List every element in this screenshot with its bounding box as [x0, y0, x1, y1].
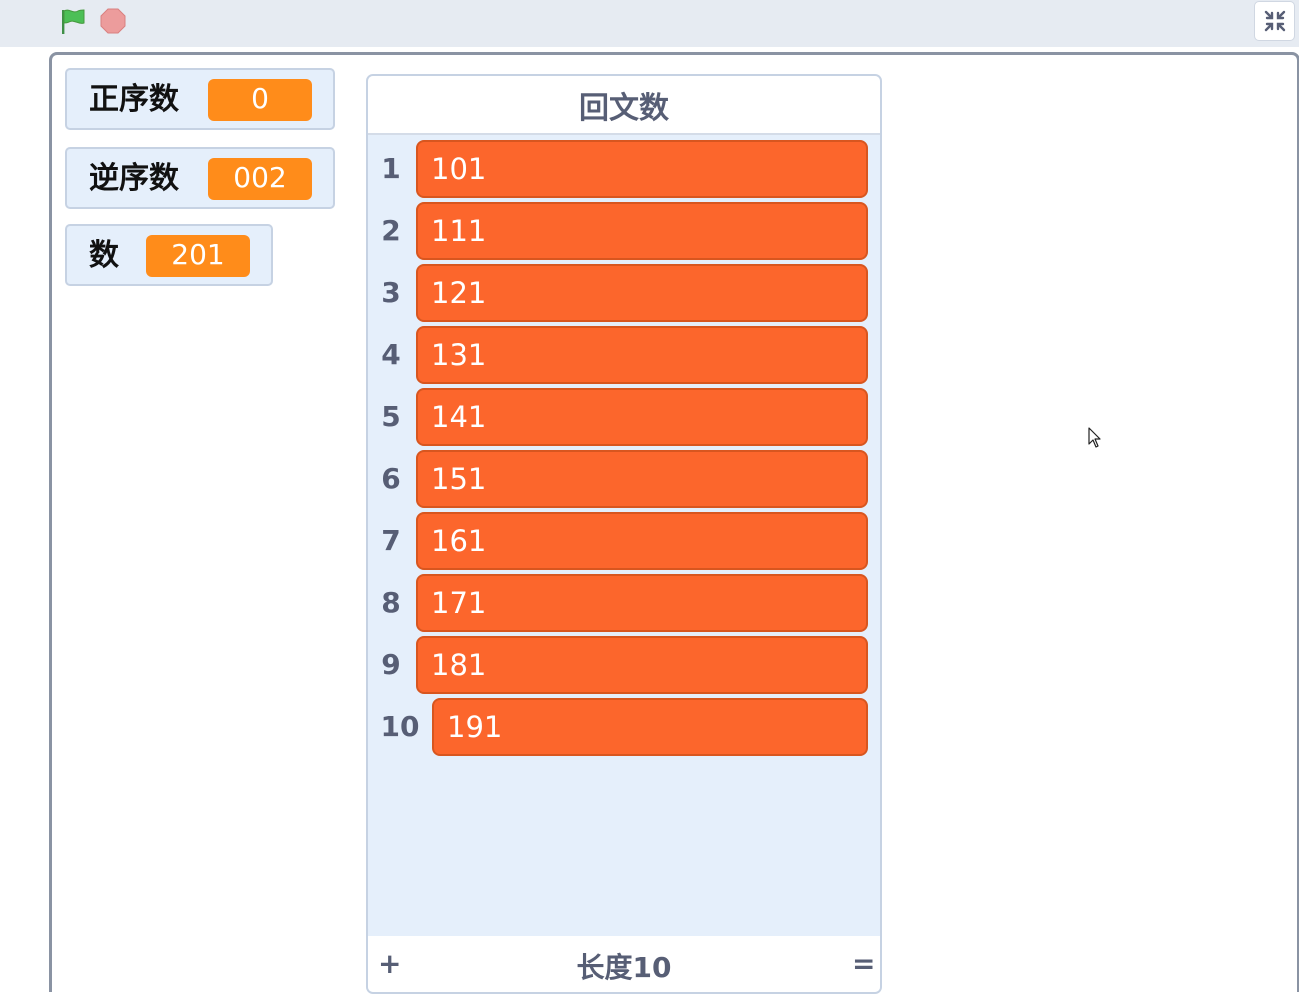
list-item-value[interactable]: 161: [416, 512, 868, 570]
list-item[interactable]: 5 141: [368, 388, 880, 446]
list-item[interactable]: 7 161: [368, 512, 880, 570]
list-item-index: 3: [381, 276, 401, 309]
list-item[interactable]: 3 121: [368, 264, 880, 322]
list-item-index: 6: [381, 462, 401, 495]
list-footer: + 长度10 =: [368, 936, 880, 992]
variable-value: 002: [208, 158, 312, 200]
list-item-value[interactable]: 191: [432, 698, 868, 756]
variable-value: 201: [146, 235, 250, 277]
unfullscreen-icon: [1264, 10, 1286, 32]
stop-icon: [100, 8, 126, 34]
list-item-index: 4: [381, 338, 401, 371]
list-item-index: 2: [381, 214, 401, 247]
variable-value: 0: [208, 79, 312, 121]
list-item[interactable]: 4 131: [368, 326, 880, 384]
list-item-index: 7: [381, 524, 401, 557]
list-item-index: 8: [381, 586, 401, 619]
stage-header-bar: [0, 0, 1299, 47]
list-item-value[interactable]: 101: [416, 140, 868, 198]
list-item[interactable]: 6 151: [368, 450, 880, 508]
exit-fullscreen-button[interactable]: [1254, 1, 1295, 41]
stop-button[interactable]: [98, 6, 128, 36]
list-item[interactable]: 10 191: [368, 698, 880, 756]
variable-label: 数: [89, 238, 119, 273]
list-item-index: 1: [381, 152, 401, 185]
variable-monitor-number[interactable]: 数 201: [65, 224, 273, 286]
green-flag-button[interactable]: [58, 6, 88, 36]
list-item-value[interactable]: 171: [416, 574, 868, 632]
list-item-value[interactable]: 131: [416, 326, 868, 384]
list-item-value[interactable]: 151: [416, 450, 868, 508]
list-item-index: 5: [381, 400, 401, 433]
variable-monitor-forward[interactable]: 正序数 0: [65, 68, 335, 130]
variable-label: 逆序数: [89, 161, 179, 196]
list-resize-handle[interactable]: =: [852, 944, 875, 984]
green-flag-icon: [62, 9, 85, 34]
list-item[interactable]: 9 181: [368, 636, 880, 694]
list-item-index: 10: [380, 710, 420, 743]
list-item-index: 9: [381, 648, 401, 681]
list-monitor-palindromes[interactable]: 回文数 1 101 2 111 3 121 4 131 5 141 6 151 …: [366, 74, 882, 994]
list-item-value[interactable]: 111: [416, 202, 868, 260]
variable-label: 正序数: [89, 82, 179, 117]
list-item[interactable]: 2 111: [368, 202, 880, 260]
list-item-value[interactable]: 121: [416, 264, 868, 322]
list-item[interactable]: 1 101: [368, 140, 880, 198]
list-item-value[interactable]: 141: [416, 388, 868, 446]
list-item[interactable]: 8 171: [368, 574, 880, 632]
variable-monitor-reverse[interactable]: 逆序数 002: [65, 147, 335, 209]
list-title: 回文数: [368, 76, 880, 135]
list-length-label: 长度10: [576, 951, 672, 984]
list-item-value[interactable]: 181: [416, 636, 868, 694]
mouse-pointer-icon: [1088, 427, 1101, 448]
